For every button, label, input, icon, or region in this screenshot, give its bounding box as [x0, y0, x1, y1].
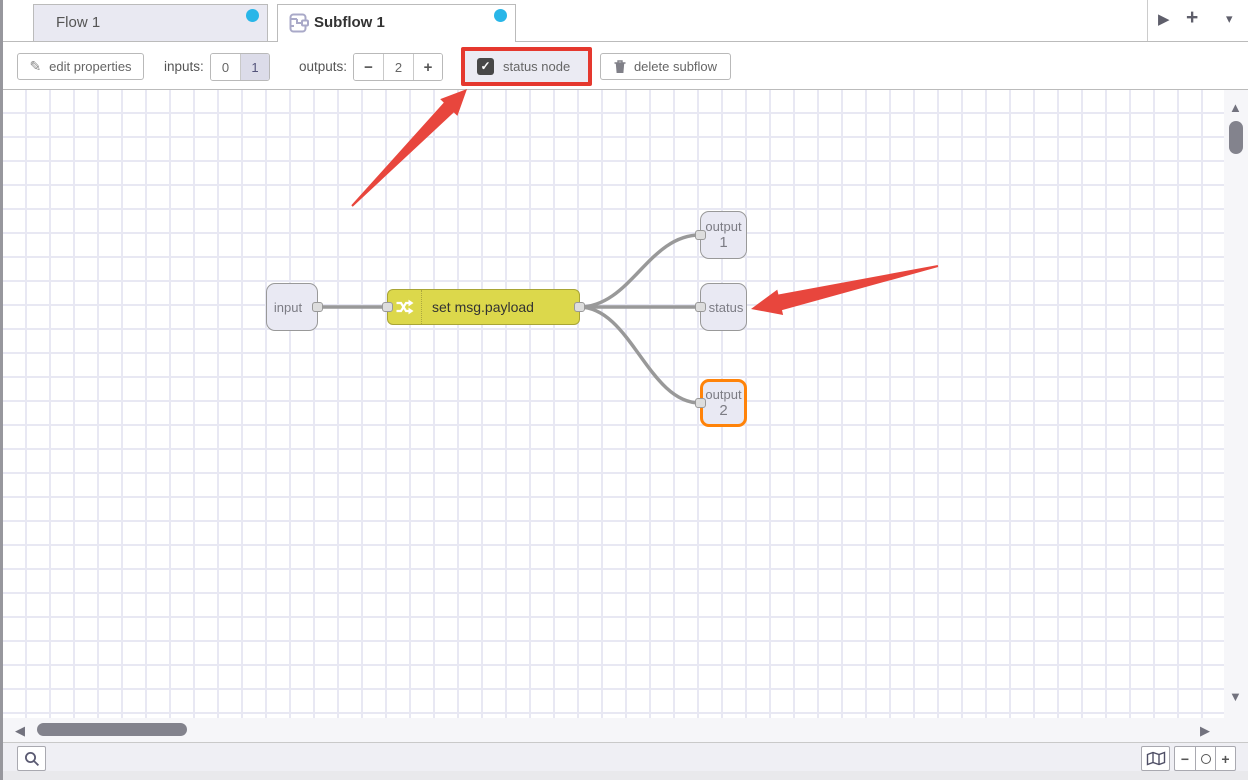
subflow-input-label: input [274, 300, 310, 315]
subflow-input-node[interactable]: input [266, 283, 318, 331]
change-node-label: set msg.payload [422, 299, 534, 315]
outputs-label: outputs: [299, 53, 347, 80]
subflow-output-1-node[interactable]: output 1 [700, 211, 747, 259]
subflow-output-1-label: output [705, 219, 741, 234]
delete-subflow-button[interactable]: delete subflow [600, 53, 731, 80]
zoom-reset-icon[interactable] [1195, 747, 1215, 770]
outputs-stepper: − 2 + [353, 53, 443, 81]
inputs-option-1[interactable]: 1 [240, 54, 269, 80]
tab-subflow-1-modified-dot [494, 9, 507, 22]
wire-change-to-output1[interactable] [579, 235, 700, 307]
input-node-output-port[interactable] [312, 302, 323, 312]
status-node-label: status node [503, 59, 570, 74]
inputs-toggle: 0 1 [210, 53, 270, 81]
zoom-in-icon[interactable]: + [1215, 747, 1235, 770]
tab-flow-1-label: Flow 1 [56, 5, 100, 40]
outputs-increase-icon[interactable]: + [413, 54, 442, 80]
wires-layer [3, 90, 1224, 718]
change-node-output-port[interactable] [574, 302, 585, 312]
vertical-scrollbar[interactable]: ▲ ▼ [1224, 90, 1248, 742]
inputs-option-0[interactable]: 0 [211, 54, 240, 80]
pencil-icon: ✎ [29, 58, 41, 75]
outputs-value: 2 [383, 54, 413, 80]
zoom-controls: − + [1174, 746, 1236, 771]
horizontal-scrollbar-thumb[interactable] [37, 723, 187, 736]
status-node-input-port[interactable] [695, 302, 706, 312]
subflow-status-node[interactable]: status [700, 283, 747, 331]
wire-change-to-output2[interactable] [579, 307, 700, 403]
flow-canvas[interactable]: input set msg.payload output 1 status [3, 90, 1224, 718]
subflow-status-label: status [704, 300, 744, 315]
output-2-input-port[interactable] [695, 398, 706, 408]
node-red-editor: Flow 1 Subflow 1 ▶ + ▾ ✎ edit properties… [0, 0, 1248, 780]
tab-flow-1[interactable]: Flow 1 [33, 4, 268, 41]
output-1-input-port[interactable] [695, 230, 706, 240]
subflow-output-1-number: 1 [719, 234, 727, 251]
search-button[interactable] [17, 746, 46, 771]
edit-properties-label: edit properties [49, 59, 131, 74]
zoom-out-icon[interactable]: − [1175, 747, 1195, 770]
scroll-left-icon[interactable]: ◀ [15, 724, 25, 737]
shuffle-icon [388, 290, 422, 324]
trash-icon [614, 60, 626, 74]
horizontal-scrollbar[interactable]: ◀ ▶ [3, 718, 1224, 742]
navigator-button[interactable] [1141, 746, 1170, 771]
checkbox-checked-icon: ✓ [477, 58, 494, 75]
scroll-down-icon[interactable]: ▼ [1229, 690, 1242, 703]
change-node[interactable]: set msg.payload [387, 289, 580, 325]
subflow-output-2-label: output [705, 387, 741, 402]
tab-subflow-1[interactable]: Subflow 1 [277, 4, 516, 42]
search-icon [24, 751, 40, 767]
map-icon [1146, 751, 1166, 766]
tab-bar-separator [1147, 0, 1148, 41]
annotation-highlight-box: ✓ status node [461, 47, 592, 86]
tab-subflow-1-label: Subflow 1 [314, 5, 385, 40]
editor-footer: − + [3, 742, 1248, 771]
window-bottom-edge [3, 771, 1248, 780]
delete-subflow-label: delete subflow [634, 59, 717, 74]
change-node-input-port[interactable] [382, 302, 393, 312]
workspace-left-border [0, 0, 3, 780]
edit-properties-button[interactable]: ✎ edit properties [17, 53, 144, 80]
next-tab-icon[interactable]: ▶ [1158, 10, 1170, 28]
status-node-toggle-button[interactable]: ✓ status node [465, 51, 588, 82]
flow-tab-bar: Flow 1 Subflow 1 ▶ + ▾ [3, 0, 1248, 42]
add-flow-icon[interactable]: + [1186, 6, 1198, 30]
flow-list-chevron-icon[interactable]: ▾ [1226, 11, 1233, 27]
subflow-output-2-node[interactable]: output 2 [700, 379, 747, 427]
scroll-up-icon[interactable]: ▲ [1229, 101, 1242, 114]
scroll-right-icon[interactable]: ▶ [1200, 724, 1210, 737]
outputs-decrease-icon[interactable]: − [354, 54, 383, 80]
subflow-output-2-number: 2 [719, 402, 727, 419]
tab-flow-1-modified-dot [246, 9, 259, 22]
subflow-toolbar: ✎ edit properties inputs: 0 1 outputs: −… [3, 42, 1248, 90]
vertical-scrollbar-thumb[interactable] [1229, 121, 1243, 154]
inputs-label: inputs: [164, 53, 204, 80]
subflow-icon [289, 13, 310, 37]
